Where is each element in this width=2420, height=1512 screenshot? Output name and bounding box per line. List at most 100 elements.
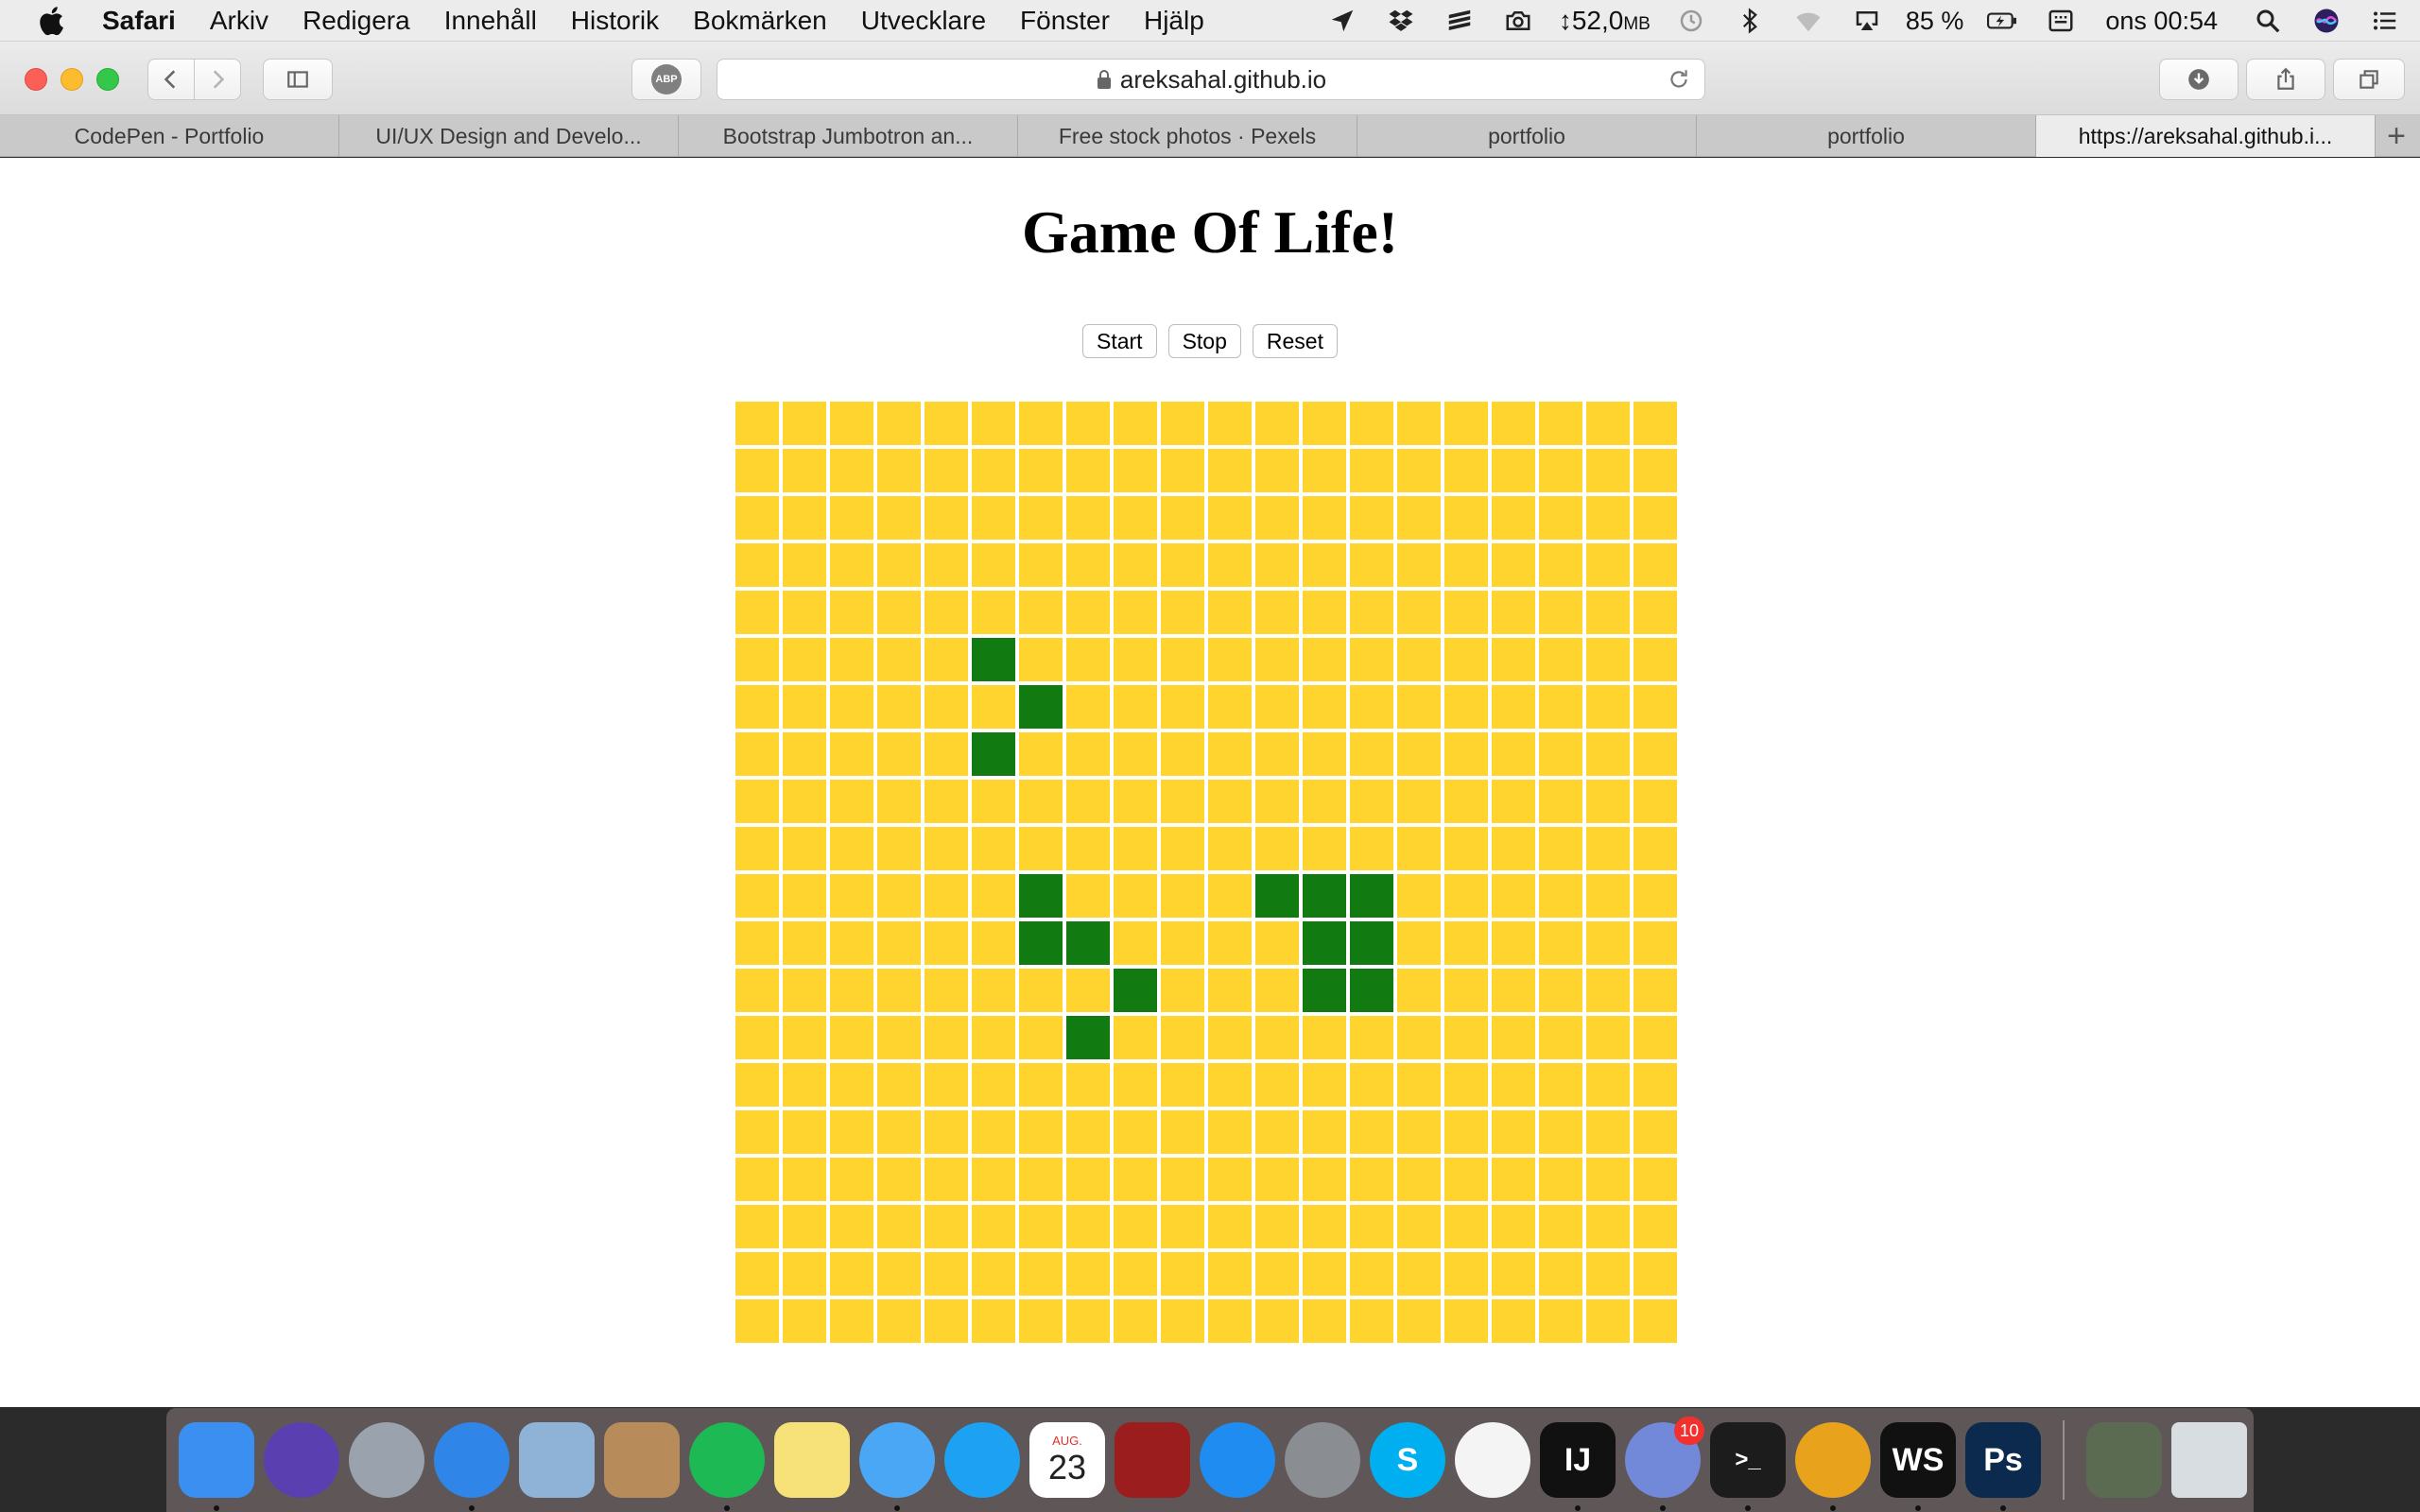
grid-cell[interactable] — [1208, 1110, 1252, 1154]
grid-cell[interactable] — [1161, 591, 1204, 634]
grid-cell[interactable] — [1255, 1158, 1299, 1201]
grid-cell[interactable] — [735, 874, 779, 918]
grid-cell[interactable] — [925, 732, 968, 776]
grid-cell[interactable] — [735, 1110, 779, 1154]
grid-cell[interactable] — [1492, 732, 1535, 776]
grid-cell[interactable] — [1066, 874, 1110, 918]
grid-cell[interactable] — [1539, 449, 1582, 492]
grid-cell[interactable] — [1114, 1299, 1157, 1343]
airplay-icon[interactable] — [1851, 7, 1883, 35]
grid-cell[interactable] — [783, 496, 826, 540]
grid-cell[interactable] — [783, 449, 826, 492]
grid-cell[interactable] — [1492, 921, 1535, 965]
grid-cell[interactable] — [1634, 874, 1677, 918]
start-button[interactable]: Start — [1082, 324, 1157, 358]
grid-cell[interactable] — [1397, 921, 1441, 965]
grid-cell[interactable] — [1208, 732, 1252, 776]
menu-fonster[interactable]: Fönster — [1020, 6, 1110, 36]
grid-cell[interactable] — [877, 638, 921, 681]
memory-readout[interactable]: ↕52,0MB — [1559, 6, 1651, 36]
grid-cell[interactable] — [1492, 1252, 1535, 1296]
grid-cell[interactable] — [1634, 827, 1677, 870]
grid-cell[interactable] — [1634, 1205, 1677, 1248]
grid-cell[interactable] — [1397, 1110, 1441, 1154]
grid-cell[interactable] — [1397, 402, 1441, 445]
wifi-icon[interactable] — [1792, 7, 1824, 35]
grid-cell[interactable] — [1539, 1063, 1582, 1107]
keyboard-viewer-icon[interactable] — [2045, 7, 2077, 35]
grid-cell[interactable] — [1255, 1299, 1299, 1343]
grid-cell[interactable] — [1019, 1252, 1063, 1296]
grid-cell[interactable] — [1444, 969, 1488, 1012]
grid-cell[interactable] — [925, 638, 968, 681]
grid-cell[interactable] — [735, 685, 779, 729]
grid-cell[interactable] — [1255, 1063, 1299, 1107]
grid-cell[interactable] — [1161, 685, 1204, 729]
grid-cell[interactable] — [1066, 1252, 1110, 1296]
grid-cell[interactable] — [1303, 1016, 1346, 1059]
grid-cell[interactable] — [972, 543, 1015, 587]
grid-cell[interactable] — [1492, 543, 1535, 587]
grid-cell[interactable] — [1303, 827, 1346, 870]
grid-cell[interactable] — [925, 1299, 968, 1343]
grid-cell[interactable] — [1019, 638, 1063, 681]
grid-cell[interactable] — [1492, 1063, 1535, 1107]
grid-cell[interactable] — [735, 1158, 779, 1201]
siri-icon[interactable] — [2310, 7, 2342, 35]
grid-cell[interactable] — [783, 780, 826, 823]
grid-cell[interactable] — [783, 685, 826, 729]
grid-cell[interactable] — [783, 1016, 826, 1059]
menu-bokmarken[interactable]: Bokmärken — [693, 6, 827, 36]
grid-cell[interactable] — [1161, 1158, 1204, 1201]
grid-cell[interactable] — [1634, 969, 1677, 1012]
grid-cell[interactable] — [972, 874, 1015, 918]
grid-cell-alive[interactable] — [1019, 685, 1063, 729]
close-window-button[interactable] — [25, 68, 47, 91]
grid-cell[interactable] — [877, 1110, 921, 1154]
tab-portfolio-2[interactable]: portfolio — [1697, 115, 2036, 157]
address-bar[interactable]: areksahal.github.io — [717, 59, 1705, 100]
new-tab-button[interactable]: + — [2376, 115, 2417, 157]
grid-cell[interactable] — [830, 591, 873, 634]
grid-cell[interactable] — [972, 780, 1015, 823]
grid-cell[interactable] — [830, 543, 873, 587]
grid-cell[interactable] — [1350, 685, 1393, 729]
grid-cell[interactable] — [1161, 921, 1204, 965]
grid-cell[interactable] — [735, 1063, 779, 1107]
grid-cell[interactable] — [1397, 591, 1441, 634]
grid-cell[interactable] — [1255, 732, 1299, 776]
grid-cell[interactable] — [925, 874, 968, 918]
grid-cell[interactable] — [1161, 1063, 1204, 1107]
grid-cell[interactable] — [1586, 402, 1630, 445]
grid-cell[interactable] — [735, 1299, 779, 1343]
grid-cell[interactable] — [783, 969, 826, 1012]
grid-cell[interactable] — [1019, 1110, 1063, 1154]
grid-cell[interactable] — [1066, 1063, 1110, 1107]
grid-cell[interactable] — [1539, 543, 1582, 587]
grid-cell[interactable] — [1255, 921, 1299, 965]
grid-cell[interactable] — [972, 496, 1015, 540]
grid-cell[interactable] — [1255, 543, 1299, 587]
grid-cell[interactable] — [1586, 921, 1630, 965]
grid-cell[interactable] — [1397, 1299, 1441, 1343]
grid-cell[interactable] — [925, 402, 968, 445]
grid-cell[interactable] — [1634, 685, 1677, 729]
grid-cell[interactable] — [925, 543, 968, 587]
grid-cell[interactable] — [1397, 685, 1441, 729]
grid-cell[interactable] — [1161, 780, 1204, 823]
grid-cell[interactable] — [1586, 1299, 1630, 1343]
grid-cell[interactable] — [1350, 638, 1393, 681]
grid-cell[interactable] — [1161, 1252, 1204, 1296]
grid-cell[interactable] — [1444, 1158, 1488, 1201]
bluetooth-icon[interactable] — [1734, 7, 1766, 35]
grid-cell[interactable] — [830, 1063, 873, 1107]
grid-cell[interactable] — [735, 638, 779, 681]
grid-cell[interactable] — [1303, 543, 1346, 587]
grid-cell[interactable] — [1634, 1063, 1677, 1107]
tab-areksahal-active[interactable]: https://areksahal.github.i... — [2036, 115, 2376, 157]
grid-cell[interactable] — [830, 1158, 873, 1201]
grid-cell[interactable] — [1444, 780, 1488, 823]
grid-cell[interactable] — [1066, 969, 1110, 1012]
grid-cell[interactable] — [1539, 874, 1582, 918]
grid-cell[interactable] — [1397, 874, 1441, 918]
